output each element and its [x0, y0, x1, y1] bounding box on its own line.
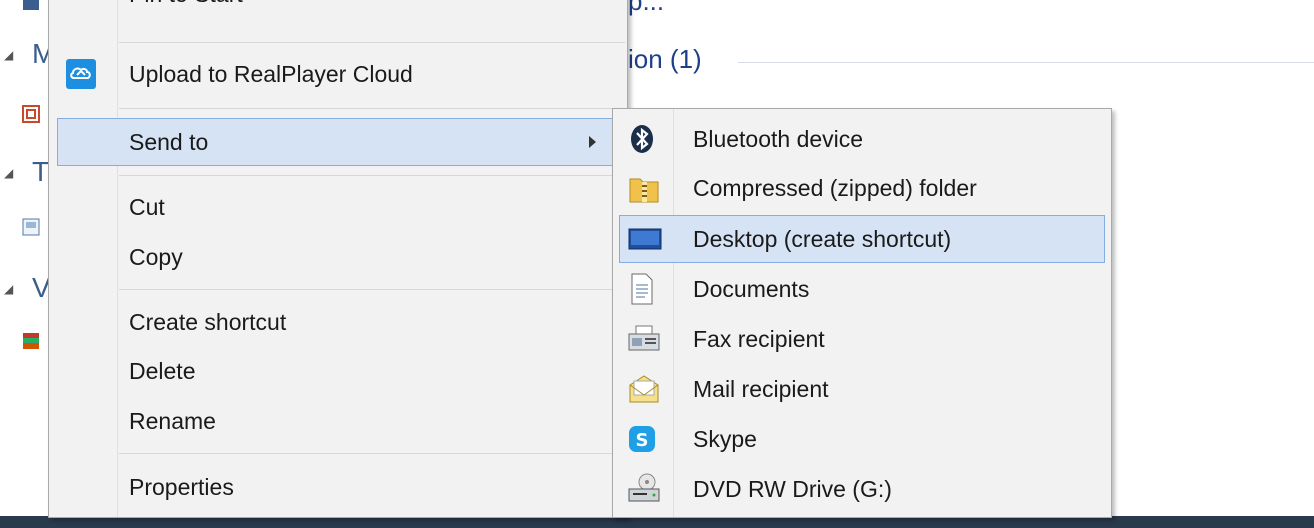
menu-item-label: Mail recipient: [693, 375, 829, 402]
menu-item-label: Send to: [129, 128, 209, 155]
menu-item-label: Compressed (zipped) folder: [693, 174, 977, 201]
menu-item-fax-recipient[interactable]: Fax recipient: [619, 317, 1105, 361]
skype-icon: S: [627, 424, 657, 454]
menu-item-copy[interactable]: Copy: [57, 235, 619, 279]
archive-file-icon[interactable]: [22, 332, 40, 350]
menu-item-skype[interactable]: S Skype: [619, 417, 1105, 461]
powerpoint-file-icon[interactable]: [22, 105, 40, 123]
menu-item-label: Cut: [129, 193, 165, 220]
menu-item-compressed-folder[interactable]: Compressed (zipped) folder: [619, 166, 1105, 210]
menu-item-bluetooth-device[interactable]: Bluetooth device: [619, 117, 1105, 161]
context-menu: Pin to Start Upload to RealPlayer Cloud …: [48, 0, 628, 518]
menu-item-label: Upload to RealPlayer Cloud: [129, 60, 413, 87]
app-tile-icon[interactable]: [22, 0, 40, 18]
menu-separator: [119, 453, 625, 454]
submenu-arrow-icon: [589, 136, 596, 148]
menu-separator: [119, 175, 625, 176]
document-icon: [627, 272, 657, 306]
menu-item-label: Create shortcut: [129, 308, 287, 335]
expand-triangle-icon[interactable]: ◢: [4, 166, 13, 180]
menu-item-label: Fax recipient: [693, 325, 825, 352]
background-partial-text: p...: [628, 0, 665, 16]
menu-item-label: Bluetooth device: [693, 125, 864, 152]
realplayer-cloud-icon: [65, 58, 97, 90]
menu-item-create-shortcut[interactable]: Create shortcut: [57, 300, 619, 344]
menu-item-label: Skype: [693, 425, 757, 452]
fax-icon: [627, 322, 661, 356]
menu-separator: [119, 108, 625, 109]
menu-item-label: Copy: [129, 243, 183, 270]
group-header: ion (1): [628, 44, 702, 74]
dvd-drive-icon: [627, 472, 661, 506]
menu-separator: [119, 42, 625, 43]
menu-item-dvd-rw-drive[interactable]: DVD RW Drive (G:): [619, 467, 1105, 511]
menu-item-documents[interactable]: Documents: [619, 267, 1105, 311]
menu-item-rename[interactable]: Rename: [57, 399, 619, 443]
menu-item-label: Pin to Start: [129, 0, 243, 8]
menu-item-pin-to-start[interactable]: Pin to Start: [57, 0, 619, 21]
zip-folder-icon: [627, 171, 661, 205]
menu-item-label: Desktop (create shortcut): [693, 225, 952, 252]
menu-item-mail-recipient[interactable]: Mail recipient: [619, 367, 1105, 411]
menu-item-delete[interactable]: Delete: [57, 349, 619, 393]
desktop-icon: [628, 224, 662, 254]
expand-triangle-icon[interactable]: ◢: [4, 48, 13, 62]
menu-item-cut[interactable]: Cut: [57, 185, 619, 229]
menu-separator: [119, 289, 625, 290]
bluetooth-icon: [627, 124, 657, 154]
expand-triangle-icon[interactable]: ◢: [4, 282, 13, 296]
menu-item-send-to[interactable]: Send to: [57, 118, 619, 166]
svg-text:S: S: [636, 430, 649, 451]
menu-item-properties[interactable]: Properties: [57, 465, 619, 509]
send-to-submenu: Bluetooth device Compressed (zipped) fol…: [612, 108, 1112, 518]
menu-item-upload-realplayer[interactable]: Upload to RealPlayer Cloud: [57, 52, 619, 96]
group-letter-t: T: [32, 156, 50, 187]
menu-item-label: Properties: [129, 473, 234, 500]
group-divider: [738, 62, 1314, 63]
menu-item-label: Delete: [129, 357, 196, 384]
menu-item-desktop-shortcut[interactable]: Desktop (create shortcut): [619, 215, 1105, 263]
menu-item-label: Documents: [693, 275, 810, 302]
mail-icon: [627, 372, 661, 406]
image-file-icon[interactable]: [22, 218, 40, 236]
menu-item-label: DVD RW Drive (G:): [693, 475, 892, 502]
menu-item-label: Rename: [129, 407, 216, 434]
